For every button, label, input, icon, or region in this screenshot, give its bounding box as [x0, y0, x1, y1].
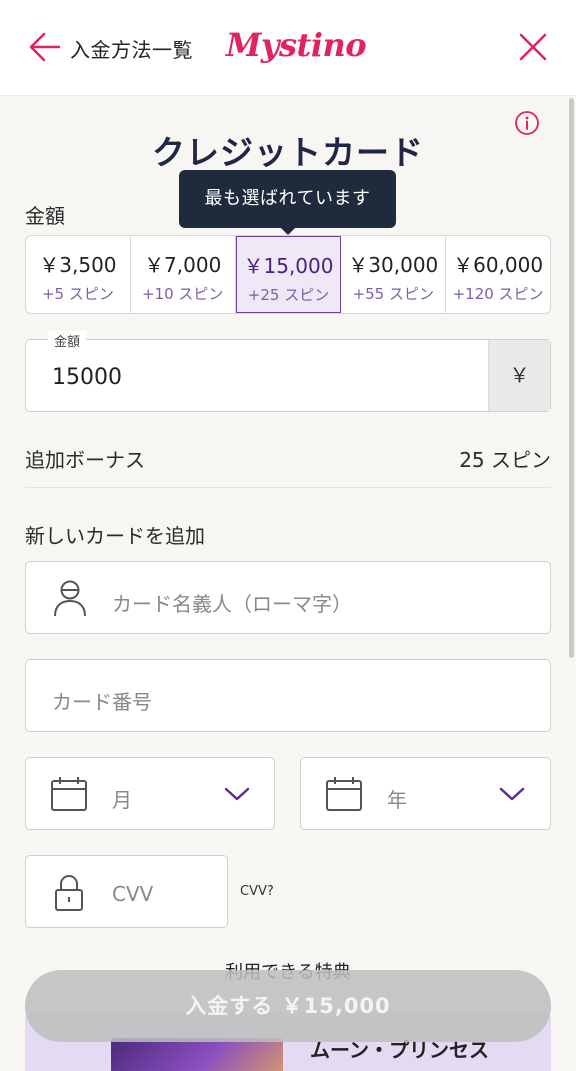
- month-select[interactable]: 月: [25, 757, 275, 830]
- close-icon[interactable]: [518, 32, 548, 62]
- mystino-logo: Mystino: [226, 26, 367, 64]
- year-placeholder: 年: [387, 788, 407, 812]
- card-number-placeholder: カード番号: [52, 690, 152, 714]
- chevron-down-icon: [224, 787, 250, 801]
- currency-suffix: ￥: [488, 340, 550, 411]
- amount-label: 金額: [25, 204, 65, 228]
- option-spins: +120 スピン: [452, 285, 544, 303]
- option-amount: ￥30,000: [348, 253, 439, 277]
- arrow-left-icon[interactable]: [28, 30, 62, 64]
- amount-presets: ￥3,500 +5 スピン ￥7,000 +10 スピン ￥15,000 +25…: [25, 235, 551, 314]
- calendar-icon: [51, 777, 87, 811]
- year-select[interactable]: 年: [300, 757, 551, 830]
- option-amount: ￥3,500: [39, 253, 117, 277]
- option-amount: ￥60,000: [453, 253, 544, 277]
- amount-option-15000[interactable]: ￥15,000 +25 スピン: [235, 236, 342, 313]
- amount-field-legend: 金額: [48, 331, 87, 350]
- option-spins: +5 スピン: [41, 285, 114, 303]
- cvv-placeholder: CVV: [112, 882, 154, 906]
- amount-option-60000[interactable]: ￥60,000 +120 スピン: [446, 236, 550, 313]
- user-icon: [54, 580, 86, 617]
- scrollbar[interactable]: [569, 98, 574, 658]
- chevron-down-icon: [499, 787, 525, 801]
- month-placeholder: 月: [112, 788, 132, 812]
- option-spins: +55 スピン: [352, 285, 434, 303]
- amount-option-3500[interactable]: ￥3,500 +5 スピン: [26, 236, 131, 313]
- amount-input[interactable]: 金額 15000 ￥: [25, 331, 551, 412]
- card-holder-input[interactable]: カード名義人（ローマ字）: [25, 561, 551, 634]
- option-spins: +10 スピン: [141, 285, 224, 303]
- promotion-thumbnail: [111, 1038, 283, 1071]
- card-holder-placeholder: カード名義人（ローマ字）: [112, 592, 352, 616]
- bonus-row: 追加ボーナス 25 スピン: [25, 440, 551, 488]
- popular-tooltip: 最も選ばれています: [179, 170, 396, 228]
- option-amount: ￥7,000: [144, 253, 222, 277]
- option-spins: +25 スピン: [247, 286, 330, 304]
- amount-field-value[interactable]: 15000: [52, 365, 122, 390]
- lock-icon: [55, 875, 83, 911]
- new-card-label: 新しいカードを追加: [25, 524, 205, 548]
- deposit-button[interactable]: 入金する ￥15,000: [25, 970, 551, 1042]
- calendar-icon: [326, 777, 362, 811]
- page-title: クレジットカード: [152, 133, 424, 172]
- amount-option-30000[interactable]: ￥30,000 +55 スピン: [341, 236, 447, 313]
- bonus-value: 25 スピン: [459, 448, 551, 472]
- tooltip-tail: [279, 226, 297, 235]
- header: 入金方法一覧 Mystino: [0, 0, 576, 96]
- back-link-label[interactable]: 入金方法一覧: [70, 34, 193, 63]
- bonus-label: 追加ボーナス: [25, 448, 145, 472]
- card-number-input[interactable]: カード番号: [25, 659, 551, 732]
- cvv-input[interactable]: CVV: [25, 855, 228, 928]
- amount-option-7000[interactable]: ￥7,000 +10 スピン: [131, 236, 236, 313]
- cvv-help-link[interactable]: CVV?: [240, 884, 274, 899]
- option-amount: ￥15,000: [243, 254, 334, 278]
